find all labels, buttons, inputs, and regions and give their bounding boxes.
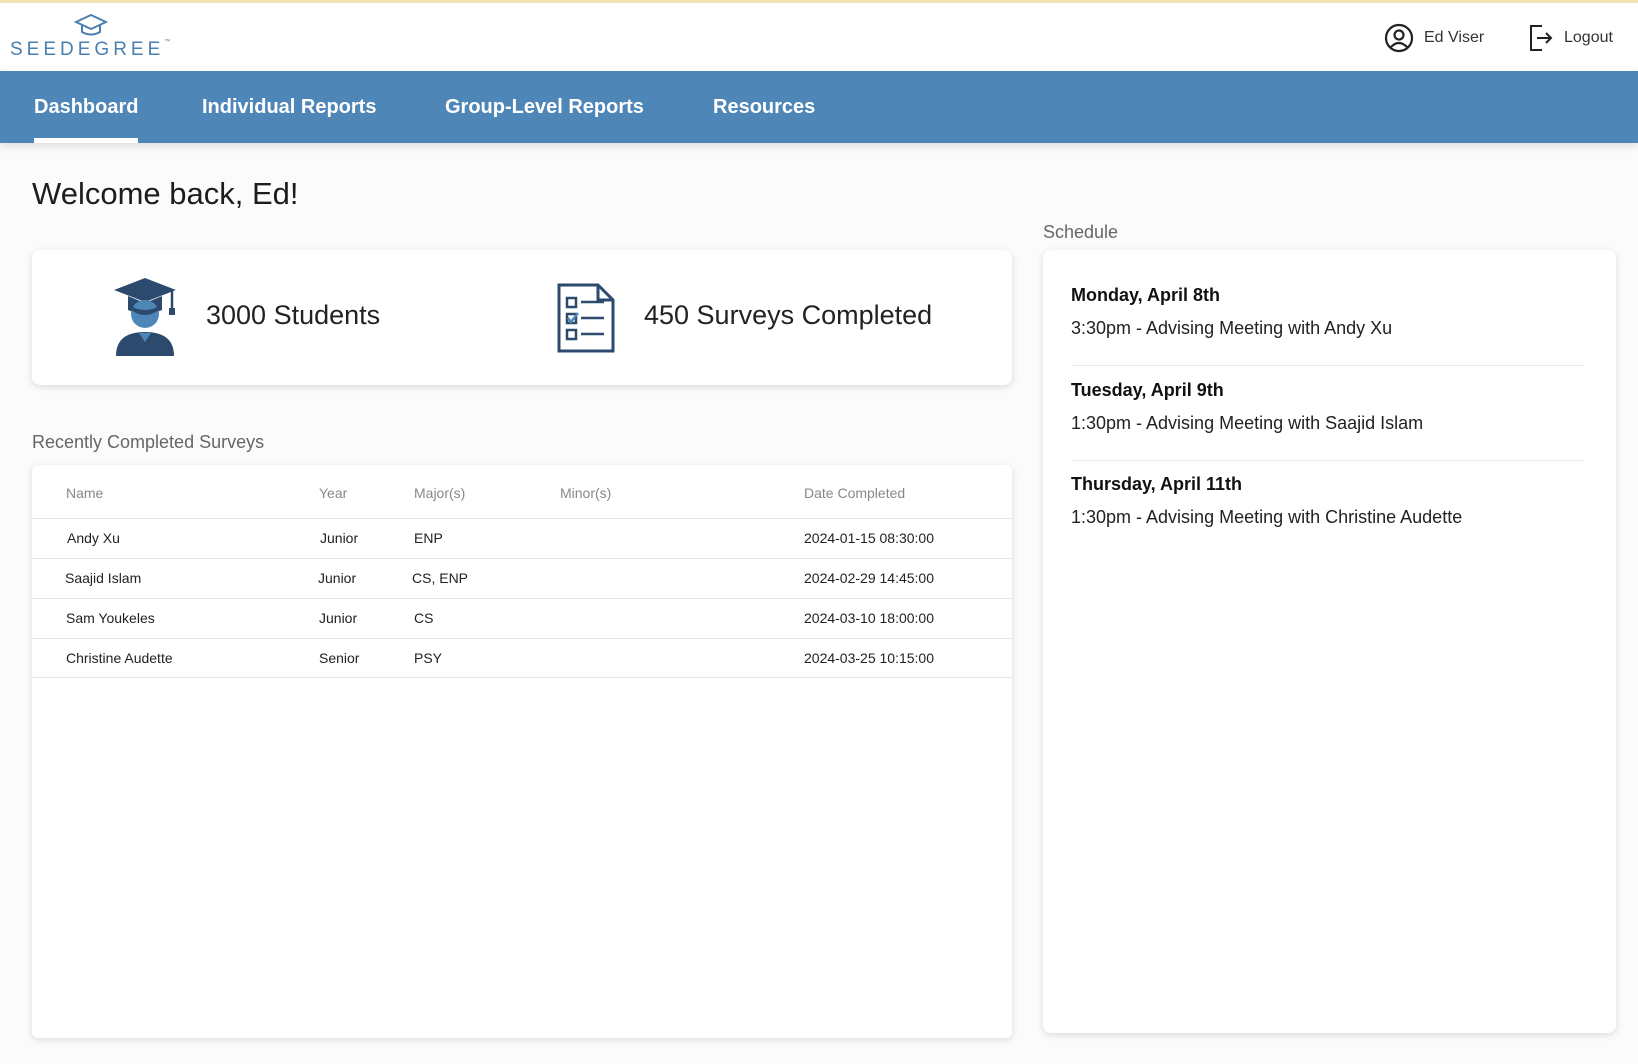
column-header-name[interactable]: Name (66, 485, 103, 501)
tab-individual-reports[interactable]: Individual Reports (202, 71, 376, 143)
schedule-section-label: Schedule (1043, 222, 1119, 242)
cell-date: 2024-01-15 08:30:00 (804, 530, 934, 546)
cell-year: Junior (320, 530, 359, 546)
cell-majors: PSY (414, 650, 443, 666)
page-title: Welcome back, Ed! (32, 176, 299, 211)
logout-icon (1530, 25, 1553, 51)
schedule-day: Tuesday, April 9th (1071, 380, 1224, 400)
cell-year: Senior (319, 650, 360, 666)
user-menu[interactable]: Ed Viser (1384, 21, 1484, 55)
logout-label: Logout (1564, 29, 1613, 46)
stats-card: 3000 Students 450 Surveys Completed (32, 250, 1012, 385)
schedule-event: 1:30pm - Advising Meeting with Christine… (1071, 507, 1463, 527)
table-row[interactable]: Sam Youkeles Junior CS 2024-03-10 18:00:… (32, 598, 1012, 638)
column-header-date-completed[interactable]: Date Completed (804, 485, 905, 501)
graduate-student-icon (114, 278, 176, 356)
schedule-event: 3:30pm - Advising Meeting with Andy Xu (1071, 318, 1393, 338)
cell-name: Christine Audette (66, 650, 173, 666)
logout-button[interactable]: Logout (1528, 21, 1613, 55)
table-row[interactable]: Saajid Islam Junior CS, ENP 2024-02-29 1… (32, 558, 1012, 598)
cell-year: Junior (318, 570, 357, 586)
cell-majors: ENP (414, 530, 443, 546)
schedule-item[interactable]: Monday, April 8th 3:30pm - Advising Meet… (1071, 285, 1585, 380)
checklist-document-icon (557, 283, 615, 353)
cell-date: 2024-03-10 18:00:00 (804, 610, 934, 626)
divider (1071, 365, 1585, 366)
schedule-item[interactable]: Tuesday, April 9th 1:30pm - Advising Mee… (1071, 380, 1585, 475)
tab-group-level-reports[interactable]: Group-Level Reports (445, 71, 644, 143)
main-nav: Dashboard Individual Reports Group-Level… (0, 71, 1638, 143)
table-row[interactable]: Andy Xu Junior ENP 2024-01-15 08:30:00 (32, 518, 1012, 558)
cell-name: Sam Youkeles (66, 610, 155, 626)
column-header-majors[interactable]: Major(s) (414, 485, 465, 501)
cell-date: 2024-02-29 14:45:00 (804, 570, 934, 586)
schedule-item[interactable]: Thursday, April 11th 1:30pm - Advising M… (1071, 474, 1585, 569)
students-count: 3000 Students (206, 300, 381, 330)
schedule-event: 1:30pm - Advising Meeting with Saajid Is… (1071, 413, 1424, 433)
logo[interactable]: SEEDEGREE™ (10, 13, 185, 63)
cell-majors: CS (414, 610, 434, 626)
column-header-year[interactable]: Year (319, 485, 347, 501)
cell-majors: CS, ENP (412, 570, 469, 586)
surveys-section-label: Recently Completed Surveys (32, 432, 265, 452)
cell-date: 2024-03-25 10:15:00 (804, 650, 934, 666)
table-row[interactable]: Christine Audette Senior PSY 2024-03-25 … (32, 638, 1012, 678)
graduation-cap-icon (74, 13, 108, 36)
tab-resources[interactable]: Resources (713, 71, 815, 143)
top-bar: SEEDEGREE™ Ed Viser Logout (0, 0, 1638, 71)
schedule-day: Thursday, April 11th (1071, 474, 1243, 494)
schedule-card: Monday, April 8th 3:30pm - Advising Meet… (1043, 250, 1616, 1033)
user-circle-icon (1384, 23, 1414, 53)
cell-name: Andy Xu (67, 530, 120, 546)
cell-year: Junior (319, 610, 358, 626)
surveys-count: 450 Surveys Completed (644, 300, 933, 330)
divider (1071, 460, 1585, 461)
surveys-table: Name Year Major(s) Minor(s) Date Complet… (32, 465, 1012, 1038)
tab-dashboard[interactable]: Dashboard (34, 71, 139, 143)
user-name: Ed Viser (1424, 29, 1485, 46)
cell-name: Saajid Islam (65, 570, 142, 586)
schedule-day: Monday, April 8th (1071, 285, 1221, 305)
logo-text: SEEDEGREE™ (10, 39, 171, 60)
column-header-minors[interactable]: Minor(s) (560, 485, 611, 501)
